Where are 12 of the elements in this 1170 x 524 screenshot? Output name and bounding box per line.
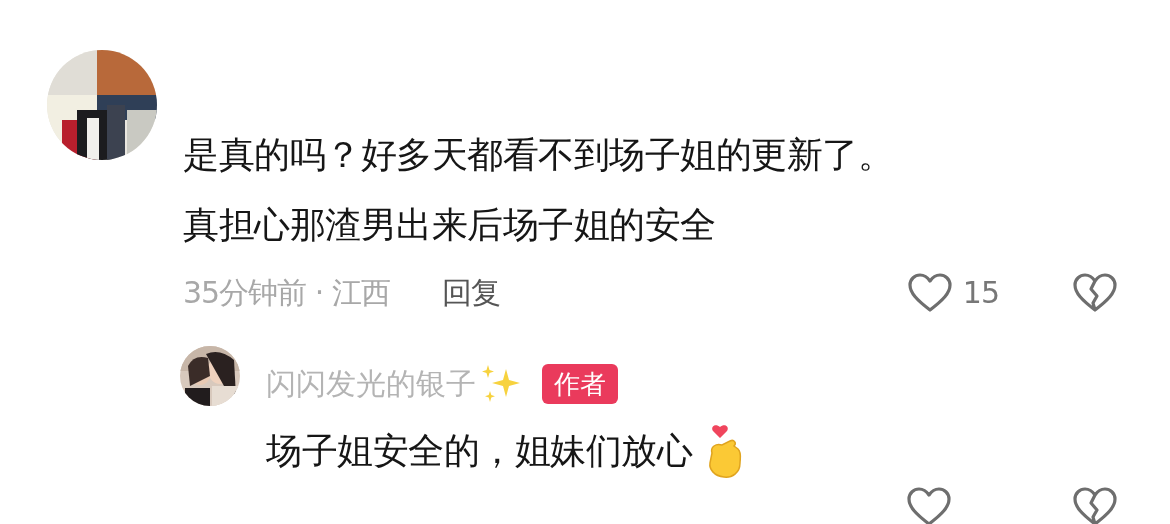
broken-heart-icon[interactable]	[1072, 272, 1118, 314]
heart-icon[interactable]	[906, 272, 953, 314]
comment-text: 真担心那渣男出来后场子姐的安全	[183, 203, 717, 247]
heart-icon[interactable]	[906, 486, 952, 524]
author-name: 闪闪发光的银子	[266, 365, 476, 403]
like-count: 15	[962, 274, 999, 312]
author-badge: 作者	[542, 364, 618, 404]
broken-heart-icon[interactable]	[1072, 486, 1118, 524]
comment-text: 是真的吗？好多天都看不到场子姐的更新了。	[183, 133, 894, 177]
reply-link[interactable]: 回复	[441, 260, 500, 326]
time-location: 35分钟前 · 江西	[183, 274, 390, 312]
reply-text: 场子姐安全的，姐妹们放心	[266, 429, 692, 473]
